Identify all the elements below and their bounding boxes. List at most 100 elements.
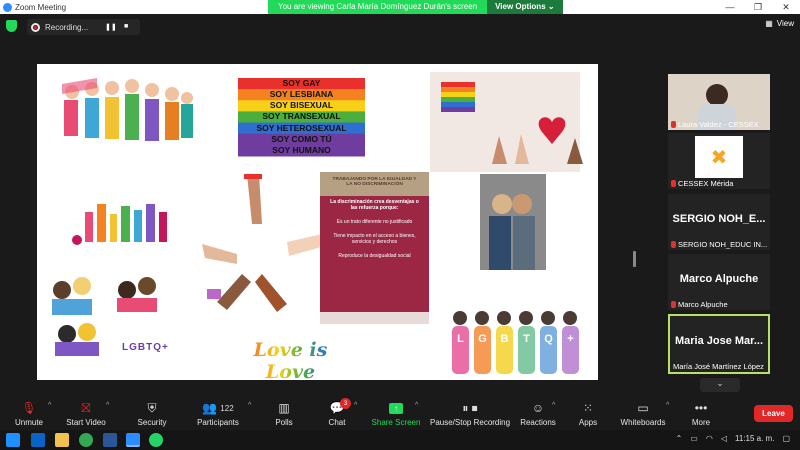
video-options-chevron-icon[interactable]: ^ <box>106 402 109 409</box>
zoom-taskbar-icon[interactable] <box>126 433 140 447</box>
whiteboards-button[interactable]: ▭ Whiteboards <box>620 400 666 427</box>
start-video-button[interactable]: ⛝ Start Video <box>62 400 110 428</box>
pause-recording-icon[interactable]: ❚❚ <box>105 23 117 31</box>
leave-button[interactable]: Leave <box>754 405 793 422</box>
chat-unread-badge: 3 <box>340 398 351 409</box>
lgbtq-letter: T <box>523 333 530 345</box>
security-shield-icon: ⛨ <box>147 400 157 415</box>
audio-options-chevron-icon[interactable]: ^ <box>48 402 51 409</box>
muted-mic-icon <box>671 121 676 128</box>
more-dots-icon: ••• <box>694 401 708 415</box>
video-off-icon: ⛝ <box>81 400 91 415</box>
more-button[interactable]: ••• More <box>688 400 714 427</box>
polls-button[interactable]: ▥ Polls <box>268 400 300 427</box>
pause-stop-recording-icon: ⏸ ⏹ <box>462 400 478 415</box>
participant-name-text: SERGIO NOH_EDUC IN... <box>678 240 768 249</box>
unmute-label: Unmute <box>14 418 43 427</box>
more-label: More <box>691 418 711 427</box>
wifi-icon[interactable]: ◠ <box>706 434 713 443</box>
word-icon[interactable] <box>103 433 117 447</box>
windows-start-icon[interactable] <box>6 433 20 447</box>
clock[interactable]: 11:15 a. m. <box>735 434 774 443</box>
apps-button[interactable]: ⁙ Apps <box>574 400 602 427</box>
viewing-banner-text: You are viewing Carla María Domínguez Du… <box>268 0 488 14</box>
participant-display-name: Marco Alpuche <box>679 273 759 285</box>
reactions-label: Reactions <box>520 418 556 427</box>
apps-label: Apps <box>578 418 598 427</box>
poster-header: TRABAJANDO POR LA IGUALDAD Y LA NO DISCR… <box>332 177 417 187</box>
share-options-chevron-icon[interactable]: ^ <box>415 402 418 409</box>
flag-line-text: SOY COMO TÚ <box>271 133 332 144</box>
recording-icon <box>31 22 40 32</box>
muted-mic-icon <box>671 241 676 248</box>
notifications-icon[interactable]: ▢ <box>782 434 790 443</box>
participant-name-4: Marco Alpuche <box>671 300 728 309</box>
unmute-button[interactable]: 🎙 Unmute <box>8 400 50 427</box>
outlook-icon[interactable] <box>31 433 45 447</box>
chat-label: Chat <box>328 418 346 427</box>
scroll-down-button[interactable]: ⌄ <box>700 378 740 392</box>
view-button[interactable]: ▦ View <box>765 19 794 28</box>
cessex-logo-icon: ✖ <box>695 136 743 178</box>
presentation-slide: SOY GAY SOY LESBIANA SOY BISEXUAL SOY TRANS… <box>37 64 598 383</box>
reactions-chevron-icon[interactable]: ^ <box>552 402 555 409</box>
whatsapp-icon[interactable] <box>149 433 163 447</box>
participants-count: 122 <box>220 403 234 413</box>
view-options-label: View Options <box>495 2 546 11</box>
network-icon[interactable]: ▭ <box>690 434 698 443</box>
file-explorer-icon[interactable] <box>55 433 69 447</box>
participant-tile-4[interactable]: Marco Alpuche Marco Alpuche <box>668 254 770 310</box>
close-button[interactable]: ✕ <box>772 0 800 14</box>
participant-tile-2[interactable]: ✖ CESSEX Mérida <box>668 133 770 189</box>
lgbtq-letter: L <box>457 333 464 345</box>
vertical-scroll-indicator[interactable] <box>633 251 636 267</box>
participant-tile-3[interactable]: SERGIO NOH_E... SERGIO NOH_EDUC IN... <box>668 194 770 250</box>
participants-chevron-icon[interactable]: ^ <box>248 402 251 409</box>
muted-microphone-icon: 🎙 <box>21 401 37 415</box>
view-label: View <box>776 19 794 28</box>
recording-indicator: Recording... ❚❚ ■ <box>27 19 140 35</box>
participant-tile-5-active-speaker[interactable]: Maria Jose Mar... María José Martínez Ló… <box>668 314 770 374</box>
minimize-button[interactable]: — <box>716 0 744 14</box>
lgbtq-letter: + <box>567 333 574 345</box>
participant-name-3: SERGIO NOH_EDUC IN... <box>671 240 767 249</box>
app-title: Zoom Meeting <box>0 2 67 12</box>
pause-stop-recording-button[interactable]: ⏸ ⏹ Pause/Stop Recording <box>430 400 511 428</box>
security-button[interactable]: ⛨ Security <box>132 400 172 428</box>
window-controls: — ❐ ✕ <box>716 0 800 14</box>
volume-icon[interactable]: ◁ <box>721 434 727 443</box>
participants-button[interactable]: 👥 122 Participants <box>193 400 243 427</box>
flag-line-text: SOY LESBIANA <box>269 89 334 100</box>
whiteboard-icon: ▭ <box>637 401 649 415</box>
whiteboards-chevron-icon[interactable]: ^ <box>666 402 669 409</box>
chrome-icon[interactable] <box>79 433 93 447</box>
system-tray: ⌃ ▭ ◠ ◁ 11:15 a. m. ▢ <box>676 434 790 443</box>
lgbtq-letter: B <box>500 333 509 345</box>
start-video-label: Start Video <box>66 418 106 427</box>
participant-name-text: María José Martínez López <box>673 362 764 371</box>
participant-tile-1[interactable]: Laura Valdez - CESSEX <box>668 74 770 130</box>
participants-label: Participants <box>197 418 239 427</box>
encryption-shield-icon[interactable] <box>6 20 17 32</box>
chat-chevron-icon[interactable]: ^ <box>354 402 357 409</box>
polls-chart-icon: ▥ <box>278 401 290 415</box>
flag-line-text: SOY TRANSEXUAL <box>262 111 341 122</box>
app-title-text: Zoom Meeting <box>15 2 67 12</box>
whiteboards-label: Whiteboards <box>620 418 666 427</box>
stop-recording-icon[interactable]: ■ <box>124 23 136 31</box>
participant-video-laura <box>706 84 728 106</box>
pause-stop-recording-label: Pause/Stop Recording <box>430 418 511 427</box>
flag-line-text: SOY BISEXUAL <box>269 100 334 111</box>
flag-line-text: SOY HETEROSEXUAL <box>256 122 347 133</box>
maximize-button[interactable]: ❐ <box>744 0 772 14</box>
security-label: Security <box>137 418 167 427</box>
participant-name-5: María José Martínez López <box>673 362 764 371</box>
participant-name-text: Laura Valdez - CESSEX <box>678 120 759 129</box>
windows-taskbar: ⌃ ▭ ◠ ◁ 11:15 a. m. ▢ <box>0 430 800 450</box>
muted-mic-icon <box>671 301 676 308</box>
chat-button[interactable]: 💬 3 Chat <box>322 398 352 427</box>
view-options-button[interactable]: View Options ⌄ <box>487 0 563 14</box>
lgbtq-letter: Q <box>544 333 553 345</box>
diverse-people-illustration <box>62 78 193 141</box>
tray-chevron-icon[interactable]: ⌃ <box>676 434 683 443</box>
